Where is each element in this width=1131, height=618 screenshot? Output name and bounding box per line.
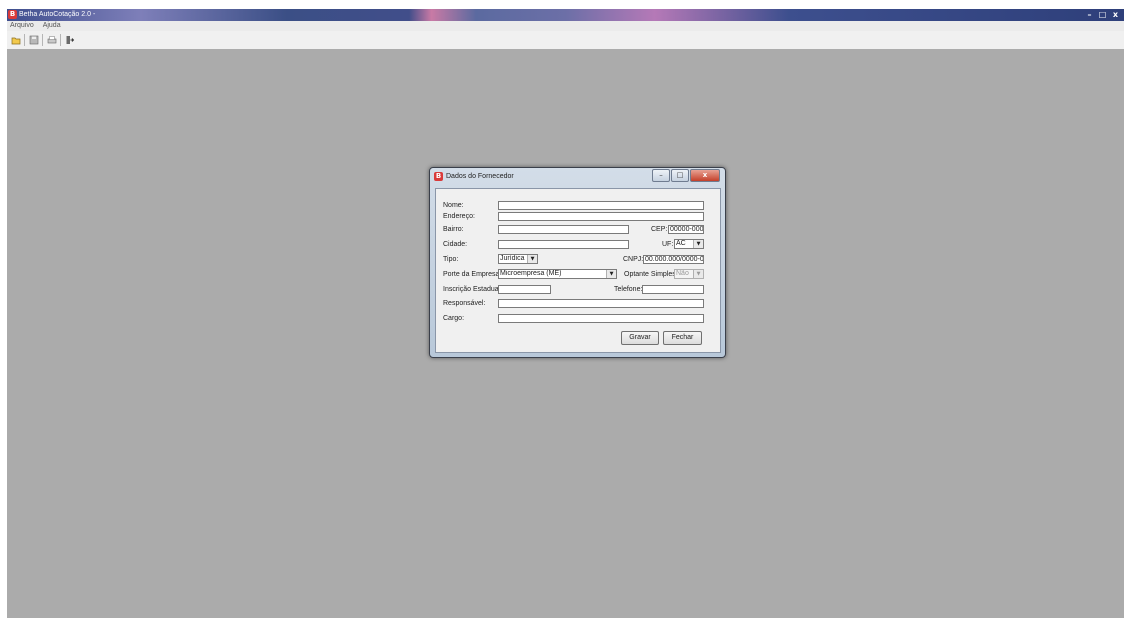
menu-item-arquivo[interactable]: Arquivo (10, 22, 34, 29)
bairro-field[interactable] (498, 225, 629, 234)
optante-select: Não ▼ (674, 269, 704, 279)
tipo-label: Tipo: (443, 256, 459, 263)
app-logo-icon: B (8, 10, 17, 19)
cargo-label: Cargo: (443, 315, 465, 322)
toolbar (7, 31, 1124, 50)
porte-select-value: Microempresa (ME) (500, 270, 562, 277)
inscricao-label: Inscrição Estadual: (443, 286, 503, 293)
nome-label: Nome: (443, 202, 464, 209)
porte-select[interactable]: Microempresa (ME) ▼ (498, 269, 617, 279)
cnpj-label: CNPJ: (623, 256, 644, 263)
supplier-dialog: B Dados do Fornecedor – □ x Nome: Endere… (429, 167, 726, 358)
app-titlebar: B Betha AutoCotação 2.0 - – □ x (7, 9, 1124, 21)
chevron-down-icon[interactable]: ▼ (693, 240, 703, 248)
toolbar-separator (60, 34, 61, 46)
porte-label: Porte da Empresa: (443, 271, 502, 278)
uf-select[interactable]: AC ▼ (674, 239, 704, 249)
dialog-title: Dados do Fornecedor (446, 173, 514, 180)
window-controls: – □ x (1083, 9, 1122, 21)
gravar-button[interactable]: Gravar (621, 331, 659, 345)
close-button[interactable]: x (1109, 9, 1122, 20)
optante-label: Optante Simples: (624, 271, 678, 278)
endereco-label: Endereço: (443, 213, 475, 220)
dialog-titlebar[interactable]: B Dados do Fornecedor – □ x (430, 168, 725, 184)
chevron-down-icon[interactable]: ▼ (606, 270, 616, 278)
uf-label: UF: (662, 241, 674, 248)
inscricao-field[interactable] (498, 285, 551, 294)
minimize-button[interactable]: – (1083, 9, 1096, 20)
telefone-field[interactable] (642, 285, 704, 294)
optante-select-value: Não (676, 270, 689, 277)
dialog-close-button[interactable]: x (690, 169, 720, 182)
tipo-select-value: Jurídica (500, 255, 525, 262)
chevron-down-icon: ▼ (693, 270, 703, 278)
responsavel-field[interactable] (498, 299, 704, 308)
dialog-minimize-button[interactable]: – (652, 169, 670, 182)
tipo-select[interactable]: Jurídica ▼ (498, 254, 538, 264)
menu-bar: Arquivo Ajuda (7, 21, 1124, 31)
cargo-field[interactable] (498, 314, 704, 323)
telefone-label: Telefone: (614, 286, 643, 293)
endereco-field[interactable] (498, 212, 704, 221)
open-folder-icon[interactable] (11, 35, 21, 45)
menu-item-ajuda[interactable]: Ajuda (43, 22, 61, 29)
chevron-down-icon[interactable]: ▼ (527, 255, 537, 263)
dialog-window-controls: – □ x (651, 169, 720, 182)
cep-field[interactable]: 00000-000 (668, 225, 704, 234)
cep-label: CEP: (651, 226, 668, 233)
toolbar-separator (42, 34, 43, 46)
responsavel-label: Responsável: (443, 300, 486, 307)
cidade-label: Cidade: (443, 241, 468, 248)
dialog-logo-icon: B (434, 172, 443, 181)
app-title: Betha AutoCotação 2.0 - (19, 11, 96, 18)
fechar-button[interactable]: Fechar (663, 331, 702, 345)
exit-icon[interactable] (65, 35, 75, 45)
uf-select-value: AC (676, 240, 686, 247)
toolbar-separator (24, 34, 25, 46)
bairro-label: Bairro: (443, 226, 464, 233)
print-icon[interactable] (47, 35, 57, 45)
maximize-button[interactable]: □ (1096, 9, 1109, 20)
save-icon[interactable] (29, 35, 39, 45)
dialog-maximize-button[interactable]: □ (671, 169, 689, 182)
cnpj-field[interactable]: 00.000.000/0000-00 (643, 255, 704, 264)
nome-field[interactable] (498, 201, 704, 210)
dialog-content: Nome: Endereço: Bairro: CEP: 00000-000 C… (435, 188, 721, 353)
cidade-field[interactable] (498, 240, 629, 249)
